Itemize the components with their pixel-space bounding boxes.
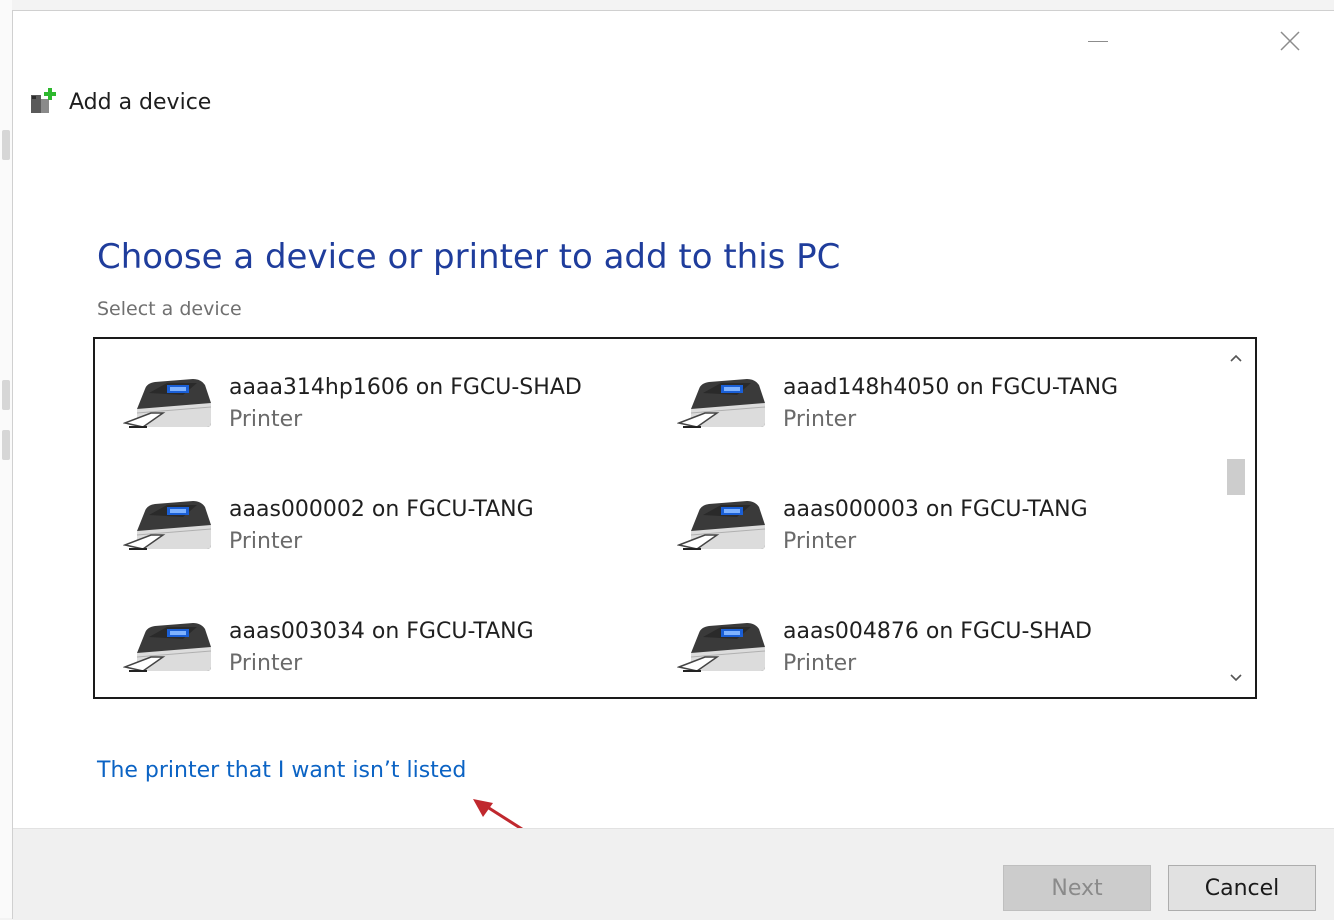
device-item[interactable]: aaas003034 on FGCU-TANG Printer [123, 603, 643, 693]
add-device-dialog: Add a device Choose a device or printer … [12, 10, 1334, 920]
printer-icon [123, 379, 212, 428]
select-device-label: Select a device [97, 298, 242, 320]
device-text: aaas000002 on FGCU-TANG Printer [229, 494, 534, 558]
device-type: Printer [229, 651, 303, 676]
device-text: aaaa314hp1606 on FGCU-SHAD Printer [229, 372, 582, 436]
background-fragment [2, 130, 10, 160]
device-text: aaad148h4050 on FGCU-TANG Printer [783, 372, 1118, 436]
device-list[interactable]: aaaa314hp1606 on FGCU-SHAD Printer aaad1… [93, 337, 1257, 699]
device-name: aaaa314hp1606 on FGCU-SHAD [229, 375, 582, 400]
device-type: Printer [783, 651, 857, 676]
background-fragment [2, 380, 10, 410]
device-item[interactable]: aaad148h4050 on FGCU-TANG Printer [677, 359, 1197, 449]
chevron-down-icon [1230, 674, 1242, 682]
dialog-title: Add a device [69, 89, 212, 115]
device-name: aaas000002 on FGCU-TANG [229, 497, 534, 522]
device-text: aaas004876 on FGCU-SHAD Printer [783, 616, 1092, 680]
vertical-scrollbar[interactable] [1219, 341, 1253, 695]
device-item[interactable]: aaas004876 on FGCU-SHAD Printer [677, 603, 1197, 693]
device-type: Printer [783, 529, 857, 554]
printer-icon [123, 501, 212, 550]
background-fragment [2, 430, 10, 460]
printer-icon [123, 623, 212, 672]
device-name: aaas003034 on FGCU-TANG [229, 619, 534, 644]
dialog-footer: Next Cancel [13, 828, 1334, 920]
device-type: Printer [229, 407, 303, 432]
printer-not-listed-link[interactable]: The printer that I want isn’t listed [97, 758, 466, 783]
chevron-up-icon [1230, 354, 1242, 362]
add-device-icon [31, 88, 56, 113]
device-type: Printer [783, 407, 857, 432]
printer-icon [677, 623, 766, 672]
device-text: aaas003034 on FGCU-TANG Printer [229, 616, 534, 680]
printer-icon [677, 379, 766, 428]
scroll-down-button[interactable] [1219, 665, 1253, 691]
device-item[interactable]: aaas000003 on FGCU-TANG Printer [677, 481, 1197, 571]
minimize-button[interactable] [1075, 25, 1121, 57]
device-text: aaas000003 on FGCU-TANG Printer [783, 494, 1088, 558]
close-icon [1280, 31, 1300, 51]
scroll-thumb[interactable] [1227, 459, 1245, 495]
device-name: aaad148h4050 on FGCU-TANG [783, 375, 1119, 400]
device-name: aaas000003 on FGCU-TANG [783, 497, 1088, 522]
device-item[interactable]: aaas000002 on FGCU-TANG Printer [123, 481, 643, 571]
scroll-up-button[interactable] [1219, 345, 1253, 371]
background-window-edge [0, 0, 12, 918]
device-type: Printer [229, 529, 303, 554]
next-button[interactable]: Next [1003, 865, 1151, 911]
cancel-button[interactable]: Cancel [1168, 865, 1316, 911]
title-bar: Add a device [29, 87, 211, 117]
device-item[interactable]: aaaa314hp1606 on FGCU-SHAD Printer [123, 359, 643, 449]
printer-icon [677, 501, 766, 550]
device-name: aaas004876 on FGCU-SHAD [783, 619, 1092, 644]
close-button[interactable] [1267, 25, 1313, 57]
page-heading: Choose a device or printer to add to thi… [97, 237, 841, 277]
